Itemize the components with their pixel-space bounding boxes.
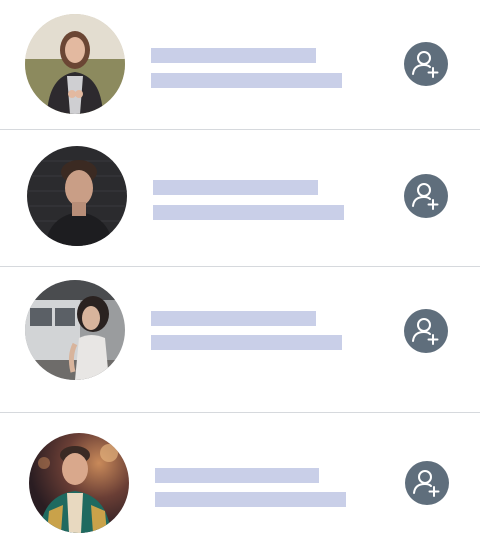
name-placeholder: [151, 311, 316, 326]
avatar: [29, 433, 129, 533]
list-item[interactable]: [0, 130, 480, 266]
subtitle-placeholder: [153, 205, 344, 220]
avatar: [27, 146, 127, 246]
add-user-icon: [412, 318, 439, 345]
list-item[interactable]: [0, 0, 480, 129]
add-user-button[interactable]: [404, 42, 448, 86]
list-item[interactable]: [0, 413, 480, 550]
avatar-photo-woman-train: [25, 280, 125, 380]
avatar: [25, 280, 125, 380]
avatar: [25, 14, 125, 114]
avatar-photo-woman-outdoor: [25, 14, 125, 114]
contact-list: [0, 0, 480, 550]
name-placeholder: [153, 180, 318, 195]
add-user-icon: [412, 51, 439, 78]
name-placeholder: [151, 48, 316, 63]
add-user-icon: [413, 470, 440, 497]
add-user-button[interactable]: [405, 461, 449, 505]
add-user-button[interactable]: [404, 309, 448, 353]
subtitle-placeholder: [155, 492, 346, 507]
avatar-photo-man-jacket: [29, 433, 129, 533]
add-user-icon: [412, 183, 439, 210]
add-user-button[interactable]: [404, 174, 448, 218]
subtitle-placeholder: [151, 73, 342, 88]
list-item[interactable]: [0, 267, 480, 412]
subtitle-placeholder: [151, 335, 342, 350]
name-placeholder: [155, 468, 319, 483]
avatar-photo-man-dark-wall: [27, 146, 127, 246]
